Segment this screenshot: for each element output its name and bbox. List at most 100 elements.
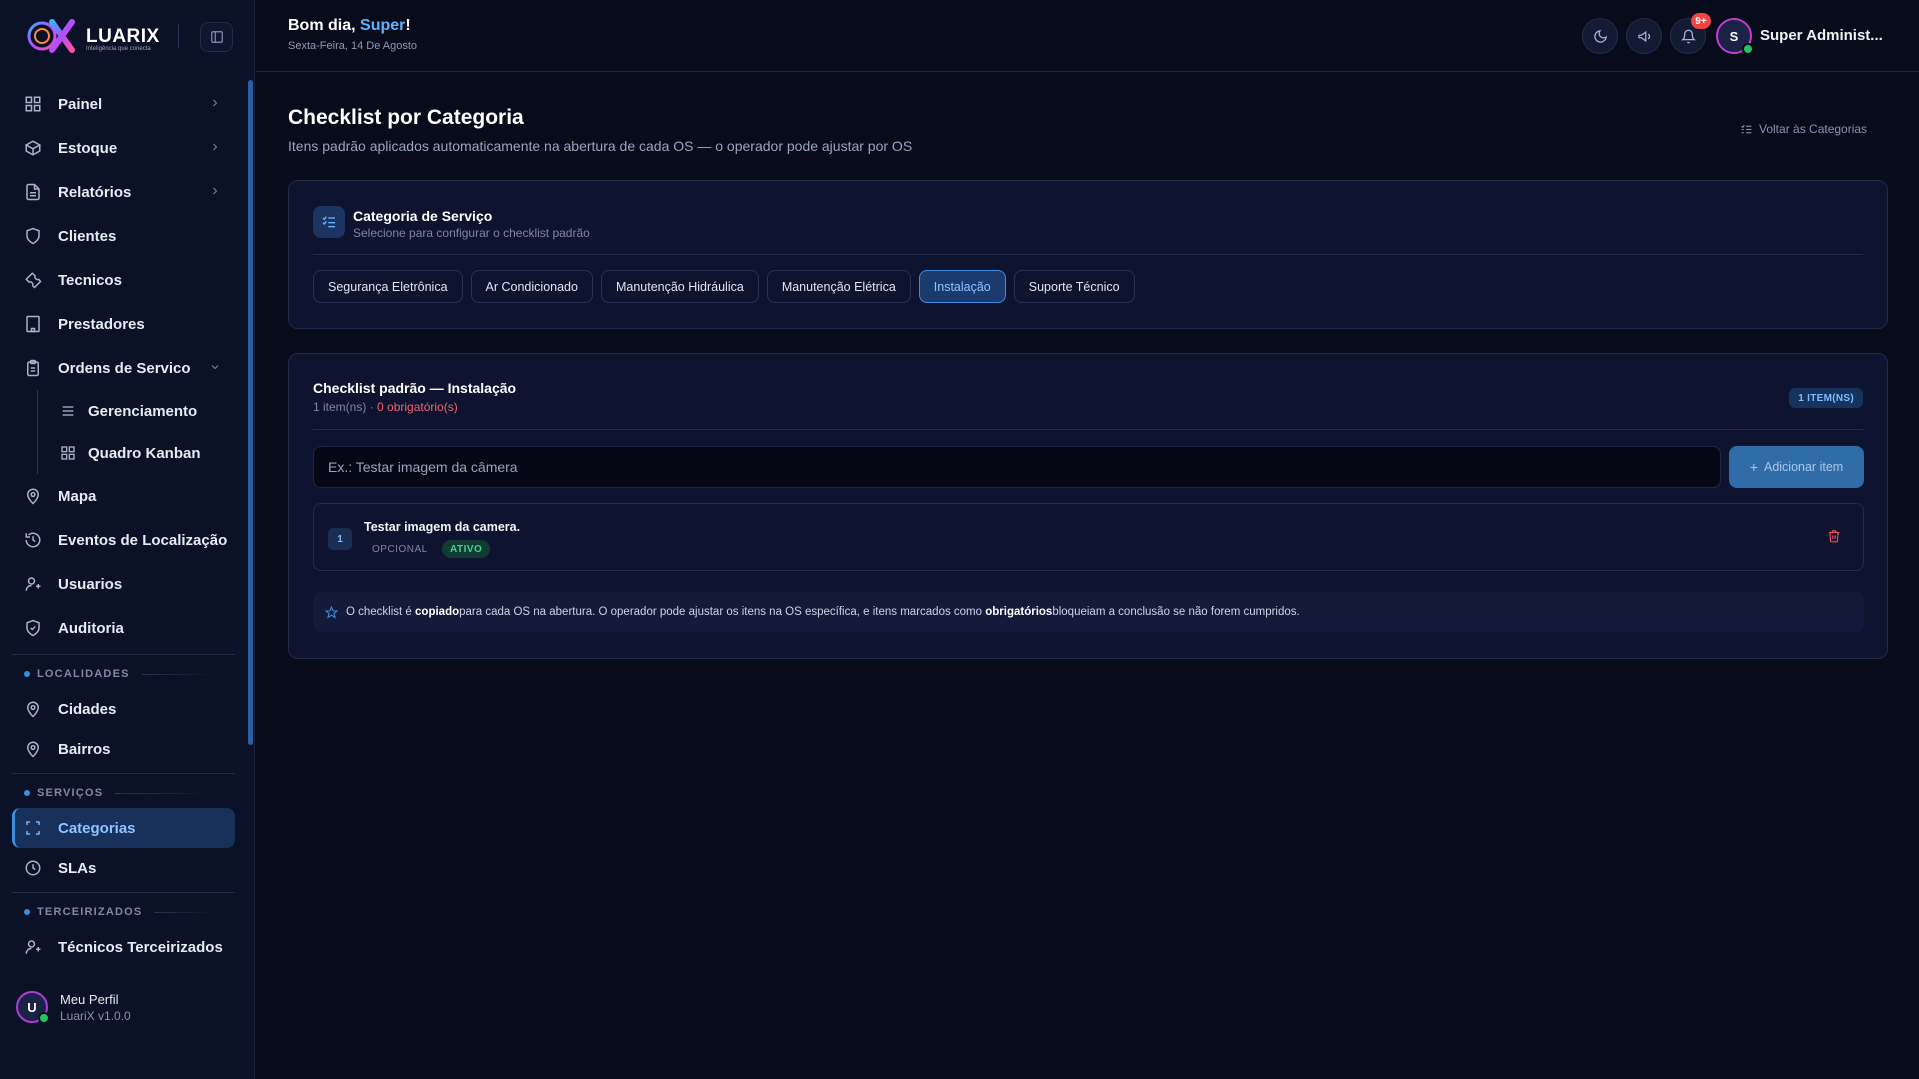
notifications-button[interactable]: 9+ — [1670, 13, 1711, 54]
sidebar-item-label: Relatórios — [58, 183, 132, 201]
back-to-categories-link[interactable]: Voltar às Categorias — [1740, 122, 1867, 136]
user-menu-name[interactable]: Super Administ... — [1760, 27, 1883, 44]
sidebar-item-label: Usuarios — [58, 575, 123, 593]
section-line — [141, 673, 215, 675]
list-check-icon — [1741, 124, 1752, 133]
bell-icon — [1680, 29, 1696, 43]
sidebar-item-relatorios[interactable]: Relatórios — [12, 170, 235, 214]
clipboard-icon — [27, 359, 39, 377]
users-icon — [25, 577, 41, 591]
section-dot — [24, 790, 30, 796]
category-chip-ar-condicionado[interactable]: Ar Condicionado — [470, 270, 593, 303]
item-text[interactable]: Testar imagem da camera. — [364, 520, 520, 534]
sidebar-item-slas[interactable]: SLAs — [12, 848, 235, 888]
profile-meta: Meu Perfil LuariX v1.0.0 — [60, 992, 131, 1023]
top-bar: Bom dia, Super! Sexta-Feira, 14 De Agost… — [256, 0, 1919, 72]
users-icon — [25, 940, 41, 954]
sidebar-collapse-button[interactable] — [200, 22, 233, 52]
sidebar-item-label: Auditoria — [58, 619, 124, 637]
sidebar-item-mapa[interactable]: Mapa — [12, 474, 235, 518]
sidebar-scrollbar[interactable] — [248, 80, 253, 745]
sidebar-item-bairros[interactable]: Bairros — [12, 729, 235, 769]
checklist-card: Checklist padrão — Instalação 1 item(ns)… — [288, 353, 1888, 659]
sidebar-item-gerenciamento[interactable]: Gerenciamento — [12, 390, 235, 432]
profile-name: Meu Perfil — [60, 991, 119, 1007]
sidebar-item-label: Gerenciamento — [88, 402, 198, 420]
item-number: 1 — [328, 528, 352, 550]
section-dot — [24, 671, 30, 677]
plus-icon: + — [1749, 459, 1758, 475]
trash-icon — [1828, 530, 1840, 543]
sidebar-item-tecnicos[interactable]: Tecnicos — [12, 258, 235, 302]
checklist-title: Checklist padrão — Instalação — [313, 380, 517, 396]
note-text-3: bloqueiam a conclusão se não forem cumpr… — [1052, 606, 1300, 618]
new-item-input[interactable] — [313, 446, 1721, 488]
note-bold-required: obrigatórios — [985, 606, 1053, 618]
section-servicos: SERVIÇOS — [12, 778, 235, 808]
sidebar-item-categorias[interactable]: Categorias — [12, 808, 235, 848]
sidebar-item-cidades[interactable]: Cidades — [12, 689, 235, 729]
shield-check-icon — [26, 619, 40, 637]
sidebar-separator — [12, 892, 235, 893]
announcements-button[interactable] — [1626, 18, 1662, 54]
section-label: TERCEIRIZADOS — [37, 906, 143, 918]
sidebar-item-eventos-de-localizacao[interactable]: Eventos de Localização — [12, 518, 235, 562]
submenu-line — [37, 390, 38, 474]
page-subtitle: Itens padrão aplicados automaticamente n… — [288, 138, 913, 154]
sidebar-nav: Painel Estoque Relatórios Clientes Tecni… — [12, 82, 235, 967]
sidebar-item-painel[interactable]: Painel — [12, 82, 235, 126]
sidebar-item-label: Cidades — [58, 700, 117, 718]
sidebar-item-label: SLAs — [58, 859, 97, 877]
sidebar-separator — [12, 654, 235, 655]
note-text-2: para cada OS na abertura. O operador pod… — [459, 606, 983, 618]
greeting: Bom dia, Super! — [288, 17, 411, 35]
sidebar-item-clientes[interactable]: Clientes — [12, 214, 235, 258]
sidebar: LUARIX Inteligência que conecta Painel E… — [0, 0, 255, 1079]
online-status-dot — [1742, 43, 1754, 55]
category-chip-instalacao[interactable]: Instalação — [918, 270, 1006, 303]
card-divider — [313, 254, 1863, 255]
item-count-text: 1 item(ns) · — [313, 400, 378, 414]
moon-icon — [1593, 29, 1607, 43]
sidebar-profile[interactable]: U Meu Perfil LuariX v1.0.0 — [16, 985, 236, 1029]
category-chip-suporte-tecnico[interactable]: Suporte Técnico — [1013, 270, 1135, 303]
brand-logo[interactable]: LUARIX Inteligência que conecta — [22, 18, 162, 54]
theme-toggle-button[interactable] — [1582, 18, 1618, 54]
map-pin-icon — [26, 741, 40, 758]
category-card-title: Categoria de Serviço — [353, 208, 493, 224]
chevron-right-icon — [213, 143, 218, 151]
sidebar-item-tecnicos-terceirizados[interactable]: Técnicos Terceirizados — [12, 927, 235, 967]
sidebar-item-prestadores[interactable]: Prestadores — [12, 302, 235, 346]
checklist-item-row: 1 Testar imagem da camera. OPCIONAL ATIV… — [313, 503, 1864, 571]
checklist-summary: 1 item(ns) · 0 obrigatório(s) — [313, 400, 458, 414]
megaphone-icon — [1637, 30, 1650, 42]
sidebar-item-auditoria[interactable]: Auditoria — [12, 606, 235, 650]
file-icon — [26, 183, 40, 201]
luarix-logo-icon — [27, 19, 75, 53]
category-chip-manutencao-eletrica[interactable]: Manutenção Elétrica — [766, 270, 911, 303]
status-badge[interactable]: ATIVO — [442, 540, 491, 558]
greeting-suffix: ! — [405, 17, 411, 34]
section-localidades: LOCALIDADES — [12, 659, 235, 689]
category-chip-seguranca-eletronica[interactable]: Segurança Eletrônica — [313, 270, 463, 303]
sidebar-item-estoque[interactable]: Estoque — [12, 126, 235, 170]
card-divider — [313, 429, 1863, 430]
wrench-icon — [25, 272, 42, 289]
sidebar-item-ordens-de-servico[interactable]: Ordens de Servico — [12, 346, 235, 390]
category-chip-manutencao-hidraulica[interactable]: Manutenção Hidráulica — [600, 270, 759, 303]
sidebar-item-label: Técnicos Terceirizados — [58, 938, 223, 956]
add-item-button[interactable]: + Adicionar item — [1729, 446, 1864, 488]
brand-name: LUARIX — [86, 26, 160, 47]
back-link-label: Voltar às Categorias — [1759, 122, 1868, 136]
greeting-prefix: Bom dia, — [288, 17, 361, 34]
delete-item-button[interactable] — [1827, 529, 1841, 543]
user-avatar[interactable]: S — [1716, 18, 1754, 55]
clock-icon — [25, 860, 41, 876]
section-line — [115, 792, 215, 794]
category-card: Categoria de Serviço Selecione para conf… — [288, 180, 1888, 329]
optional-toggle[interactable]: OPCIONAL — [364, 540, 436, 558]
sidebar-item-usuarios[interactable]: Usuarios — [12, 562, 235, 606]
sidebar-item-quadro-kanban[interactable]: Quadro Kanban — [12, 432, 235, 474]
greeting-name: Super — [360, 17, 406, 34]
sidebar-item-label: Bairros — [58, 740, 111, 758]
